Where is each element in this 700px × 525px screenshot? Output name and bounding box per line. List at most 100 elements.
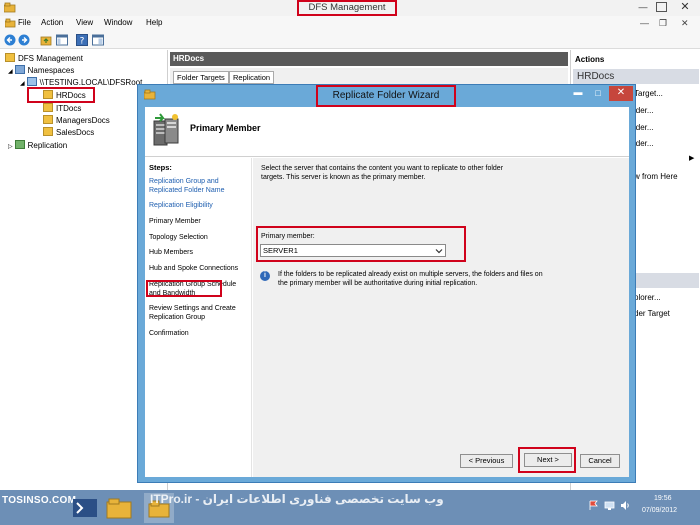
window-title: DFS Management (297, 0, 397, 16)
mdi-close-button[interactable]: ✕ (681, 18, 689, 29)
clock-time[interactable]: 19:56 (654, 495, 672, 502)
wizard-page-title: Primary Member (190, 123, 261, 133)
maximize-button[interactable] (656, 2, 667, 12)
action-item[interactable]: der Target (634, 309, 670, 318)
expand-arrow-icon[interactable]: ◢ (8, 69, 13, 75)
details-header: HRDocs (170, 52, 568, 66)
steps-title: Steps: (149, 163, 172, 172)
dfs-folder-icon (5, 53, 15, 62)
menu-help[interactable]: Help (146, 18, 162, 27)
powershell-taskbar-icon[interactable] (70, 493, 100, 523)
tree-item-replication[interactable]: ▷ Replication (8, 140, 67, 152)
highlight-step-primary (146, 280, 222, 297)
properties-icon[interactable] (92, 34, 104, 46)
help-icon[interactable]: ? (76, 34, 88, 46)
minimize-button[interactable]: — (636, 1, 650, 13)
step-review-settings: Review Settings and Create Replication G… (149, 305, 236, 321)
cancel-button[interactable]: Cancel (580, 454, 620, 468)
back-arrow-icon[interactable] (4, 34, 16, 46)
actions-section-hrdocs[interactable]: HRDocs (573, 69, 699, 84)
tree-item-salesdocs[interactable]: SalesDocs (43, 127, 94, 139)
action-item[interactable]: w from Here (634, 172, 678, 181)
step-replication-eligibility[interactable]: Replication Eligibility (149, 201, 249, 210)
highlight-hrdocs (27, 87, 95, 103)
wizard-close-button[interactable]: ✕ (609, 86, 633, 101)
next-button[interactable]: Next > (524, 453, 572, 467)
brand-watermark: TOSINSO.COM (2, 495, 77, 506)
mdi-restore-button[interactable]: ❐ (659, 18, 667, 29)
up-folder-icon[interactable] (40, 34, 52, 46)
tree-label: SalesDocs (56, 128, 95, 137)
folder-icon (43, 103, 53, 112)
menu-bar: File Action View Window Help — ❐ ✕ (0, 16, 700, 31)
tree-label: Namespaces (27, 66, 75, 75)
folder-icon (43, 127, 53, 136)
info-icon: i (260, 271, 270, 281)
action-item[interactable]: lder... (634, 139, 654, 148)
action-item[interactable]: lder... (634, 123, 654, 132)
previous-button[interactable]: < Previous (460, 454, 513, 468)
step-topology-selection: Topology Selection (149, 234, 208, 241)
mdi-minimize-button[interactable]: — (640, 18, 649, 28)
folder-icon (43, 115, 53, 124)
step-primary-member: Primary Member (149, 218, 201, 225)
expand-arrow-icon[interactable]: ◢ (20, 81, 25, 87)
volume-tray-icon[interactable] (620, 500, 631, 511)
actions-title: Actions (575, 55, 605, 64)
wizard-title: Replicate Folder Wizard (316, 85, 456, 107)
tree-item-dfs-management[interactable]: DFS Management (5, 53, 83, 65)
wizard-minimize-button[interactable]: ▬ (569, 87, 587, 100)
forward-arrow-icon[interactable] (18, 34, 30, 46)
window-title-bar: DFS Management — ✕ (0, 0, 700, 16)
tab-replication[interactable]: Replication (229, 71, 275, 84)
namespace-root-icon (26, 77, 37, 86)
replicate-folder-wizard: Replicate Folder Wizard ▬ □ ✕ Primary Me… (137, 84, 636, 483)
info-text: If the folders to be replicated already … (278, 271, 543, 287)
taskbar: TOSINSO.COM ITPro.ir - وب سایت تخصصی فنا… (0, 490, 700, 525)
close-button[interactable]: ✕ (678, 1, 692, 13)
replication-icon (14, 140, 25, 149)
action-item[interactable]: plorer... (634, 293, 661, 302)
tree-item-managersdocs[interactable]: ManagersDocs (43, 115, 110, 127)
toolbar: ? (0, 31, 700, 49)
primary-member-select[interactable]: SERVER1 (260, 244, 446, 257)
wizard-steps: Steps: Replication Group and Replicated … (145, 158, 252, 477)
tree-label: Replication (27, 141, 68, 150)
submenu-arrow-icon[interactable]: ▶ (689, 154, 694, 162)
tree-label: ITDocs (56, 104, 82, 113)
wizard-body: Primary Member Steps: Replication Group … (145, 107, 629, 477)
menu-view[interactable]: View (76, 18, 93, 27)
tree-label: \\TESTING.LOCAL\DFSRoot (39, 78, 143, 87)
step-replication-group[interactable]: Replication Group and Replicated Folder … (149, 177, 249, 195)
console-tree-icon[interactable] (56, 34, 68, 46)
tree-item-namespaces[interactable]: ◢ Namespaces (8, 65, 74, 77)
wizard-title-bar: Replicate Folder Wizard ▬ □ ✕ (138, 85, 635, 107)
page-description: Select the server that contains the cont… (261, 165, 504, 181)
flag-tray-icon[interactable] (588, 500, 599, 511)
clock-date[interactable]: 07/09/2012 (642, 507, 677, 514)
step-hub-spoke-connections: Hub and Spoke Connections (149, 265, 239, 272)
tree-label: ManagersDocs (56, 116, 110, 125)
network-tray-icon[interactable] (604, 500, 615, 511)
explorer-taskbar-icon[interactable] (104, 493, 134, 523)
primary-member-value: SERVER1 (263, 246, 298, 255)
menu-file[interactable]: File (18, 18, 31, 27)
action-item[interactable]: Target... (634, 89, 663, 98)
wizard-content: Select the server that contains the cont… (253, 158, 629, 477)
wizard-folder-icon (144, 89, 156, 100)
menu-action[interactable]: Action (41, 18, 63, 27)
menu-window[interactable]: Window (104, 18, 132, 27)
action-item[interactable]: lder... (634, 106, 654, 115)
folder-icon (5, 18, 16, 28)
primary-member-label: Primary member: (261, 233, 315, 240)
tab-folder-targets[interactable]: Folder Targets (173, 71, 229, 84)
step-confirmation: Confirmation (149, 330, 189, 337)
collapse-arrow-icon[interactable]: ▷ (8, 144, 13, 150)
tree-item-itdocs[interactable]: ITDocs (43, 103, 81, 115)
wizard-header: Primary Member (145, 107, 629, 157)
chevron-down-icon[interactable] (435, 247, 443, 255)
wizard-maximize-button[interactable]: □ (589, 87, 607, 100)
namespace-icon (14, 65, 25, 74)
details-tabs: Folder Targets Replication (170, 68, 568, 84)
tree-label: DFS Management (18, 54, 83, 63)
